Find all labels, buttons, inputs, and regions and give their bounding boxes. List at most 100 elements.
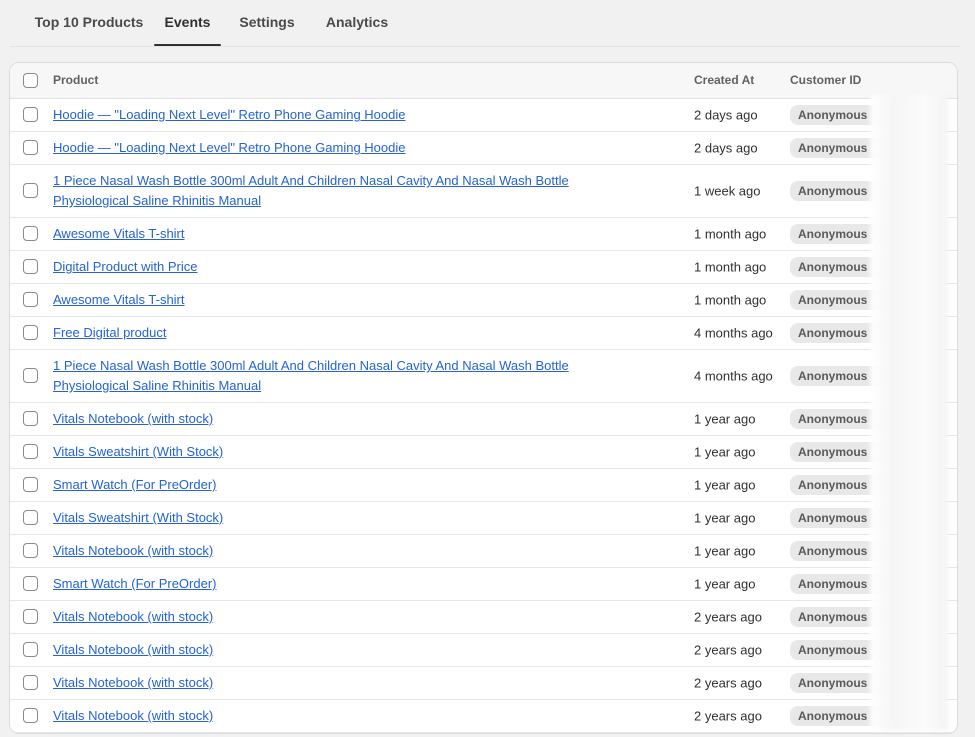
row-checkbox[interactable] — [23, 543, 38, 558]
table-row: 1 Piece Nasal Wash Bottle 300ml Adult An… — [10, 350, 957, 403]
created-at-cell: 1 month ago — [694, 226, 767, 242]
row-checkbox[interactable] — [23, 140, 38, 155]
table-header: Product Created At Customer ID — [10, 63, 957, 99]
column-header-created-at: Created At — [694, 73, 755, 87]
product-link[interactable]: Hoodie — "Loading Next Level" Retro Phon… — [53, 107, 406, 122]
created-at-cell: 4 months ago — [694, 368, 773, 384]
product-cell: Hoodie — "Loading Next Level" Retro Phon… — [53, 105, 633, 125]
column-header-product: Product — [53, 73, 99, 87]
created-at-cell: 1 year ago — [694, 510, 756, 526]
table-row: Smart Watch (For PreOrder) 1 year ago Anon… — [10, 469, 957, 502]
row-checkbox[interactable] — [23, 444, 38, 459]
product-link[interactable]: Smart Watch (For PreOrder) — [53, 477, 216, 492]
tab-top-10-products[interactable]: Top 10 Products — [24, 0, 154, 46]
select-all-checkbox[interactable] — [23, 73, 38, 88]
product-cell: Awesome Vitals T-shirt — [53, 224, 633, 244]
row-checkbox[interactable] — [23, 325, 38, 340]
row-checkbox[interactable] — [23, 411, 38, 426]
product-link[interactable]: 1 Piece Nasal Wash Bottle 300ml Adult An… — [53, 358, 569, 393]
table-row: Free Digital product 4 months ago Anonymou… — [10, 317, 957, 350]
product-link[interactable]: Awesome Vitals T-shirt — [53, 292, 185, 307]
created-at-cell: 4 months ago — [694, 325, 773, 341]
table-row: Vitals Sweatshirt (With Stock) 1 year ago… — [10, 502, 957, 535]
table-row: Hoodie — "Loading Next Level" Retro Phon… — [10, 99, 957, 132]
table-row: Vitals Notebook (with stock) 1 year ago An… — [10, 535, 957, 568]
product-cell: Digital Product with Price — [53, 257, 633, 277]
row-checkbox[interactable] — [23, 183, 38, 198]
row-checkbox[interactable] — [23, 292, 38, 307]
product-link[interactable]: Vitals Notebook (with stock) — [53, 708, 213, 723]
product-cell: Vitals Notebook (with stock) — [53, 673, 633, 693]
row-checkbox[interactable] — [23, 259, 38, 274]
created-at-cell: 2 years ago — [694, 642, 762, 658]
product-cell: Smart Watch (For PreOrder) — [53, 574, 633, 594]
product-link[interactable]: Vitals Notebook (with stock) — [53, 675, 213, 690]
product-cell: 1 Piece Nasal Wash Bottle 300ml Adult An… — [53, 356, 633, 396]
product-cell: Vitals Notebook (with stock) — [53, 640, 633, 660]
row-checkbox[interactable] — [23, 642, 38, 657]
row-checkbox[interactable] — [23, 477, 38, 492]
row-checkbox[interactable] — [23, 708, 38, 723]
table-row: Smart Watch (For PreOrder) 1 year ago Anon… — [10, 568, 957, 601]
product-link[interactable]: Awesome Vitals T-shirt — [53, 226, 185, 241]
table-row: Vitals Notebook (with stock) 2 years ago A… — [10, 700, 957, 733]
tab-bar: Top 10 Products Events Settings Analytic… — [10, 0, 960, 47]
table-row: Vitals Notebook (with stock) 1 year ago An… — [10, 403, 957, 436]
created-at-cell: 2 days ago — [694, 107, 758, 123]
product-link[interactable]: Vitals Sweatshirt (With Stock) — [53, 510, 223, 525]
row-checkbox[interactable] — [23, 107, 38, 122]
created-at-cell: 1 year ago — [694, 411, 756, 427]
table-row: Awesome Vitals T-shirt 1 month ago Anonymo… — [10, 284, 957, 317]
row-checkbox[interactable] — [23, 368, 38, 383]
tab-analytics[interactable]: Analytics — [318, 0, 396, 46]
product-cell: Vitals Notebook (with stock) — [53, 607, 633, 627]
created-at-cell: 1 year ago — [694, 576, 756, 592]
table-row: Vitals Notebook (with stock) 2 years ago A… — [10, 667, 957, 700]
product-link[interactable]: Vitals Notebook (with stock) — [53, 543, 213, 558]
row-checkbox[interactable] — [23, 510, 38, 525]
table-row: 1 Piece Nasal Wash Bottle 300ml Adult An… — [10, 165, 957, 218]
created-at-cell: 1 month ago — [694, 292, 767, 308]
table-row: Vitals Sweatshirt (With Stock) 1 year ago… — [10, 436, 957, 469]
created-at-cell: 2 days ago — [694, 140, 758, 156]
created-at-cell: 1 year ago — [694, 444, 756, 460]
table-row: Digital Product with Price 1 month ago Ano… — [10, 251, 957, 284]
product-cell: Vitals Notebook (with stock) — [53, 409, 633, 429]
product-cell: Vitals Notebook (with stock) — [53, 541, 633, 561]
product-cell: Awesome Vitals T-shirt — [53, 290, 633, 310]
product-link[interactable]: Smart Watch (For PreOrder) — [53, 576, 216, 591]
created-at-cell: 2 years ago — [694, 609, 762, 625]
product-link[interactable]: Vitals Notebook (with stock) — [53, 642, 213, 657]
table-row: Vitals Notebook (with stock) 2 years ago A… — [10, 634, 957, 667]
created-at-cell: 1 week ago — [694, 183, 761, 199]
product-cell: Vitals Sweatshirt (With Stock) — [53, 442, 633, 462]
product-link[interactable]: Free Digital product — [53, 325, 166, 340]
product-link[interactable]: Vitals Notebook (with stock) — [53, 411, 213, 426]
table-row: Awesome Vitals T-shirt 1 month ago Anonymo… — [10, 218, 957, 251]
product-link[interactable]: Hoodie — "Loading Next Level" Retro Phon… — [53, 140, 406, 155]
product-link[interactable]: Vitals Notebook (with stock) — [53, 609, 213, 624]
product-cell: Vitals Sweatshirt (With Stock) — [53, 508, 633, 528]
tab-settings[interactable]: Settings — [232, 0, 302, 46]
table-row: Vitals Notebook (with stock) 2 years ago A… — [10, 601, 957, 634]
table-row: Hoodie — "Loading Next Level" Retro Phon… — [10, 132, 957, 165]
created-at-cell: 2 years ago — [694, 708, 762, 724]
product-link[interactable]: Digital Product with Price — [53, 259, 198, 274]
product-link[interactable]: 1 Piece Nasal Wash Bottle 300ml Adult An… — [53, 173, 569, 208]
row-checkbox[interactable] — [23, 226, 38, 241]
row-checkbox[interactable] — [23, 609, 38, 624]
tab-events[interactable]: Events — [154, 0, 221, 46]
product-cell: 1 Piece Nasal Wash Bottle 300ml Adult An… — [53, 171, 633, 211]
row-checkbox[interactable] — [23, 576, 38, 591]
created-at-cell: 1 month ago — [694, 259, 767, 275]
redacted-customer-ids — [870, 95, 948, 731]
events-table: Product Created At Customer ID Hoodie — … — [9, 62, 958, 734]
product-cell: Free Digital product — [53, 323, 633, 343]
product-cell: Hoodie — "Loading Next Level" Retro Phon… — [53, 138, 633, 158]
created-at-cell: 2 years ago — [694, 675, 762, 691]
product-link[interactable]: Vitals Sweatshirt (With Stock) — [53, 444, 223, 459]
column-header-customer-id: Customer ID — [790, 73, 862, 87]
row-checkbox[interactable] — [23, 675, 38, 690]
product-cell: Smart Watch (For PreOrder) — [53, 475, 633, 495]
created-at-cell: 1 year ago — [694, 543, 756, 559]
